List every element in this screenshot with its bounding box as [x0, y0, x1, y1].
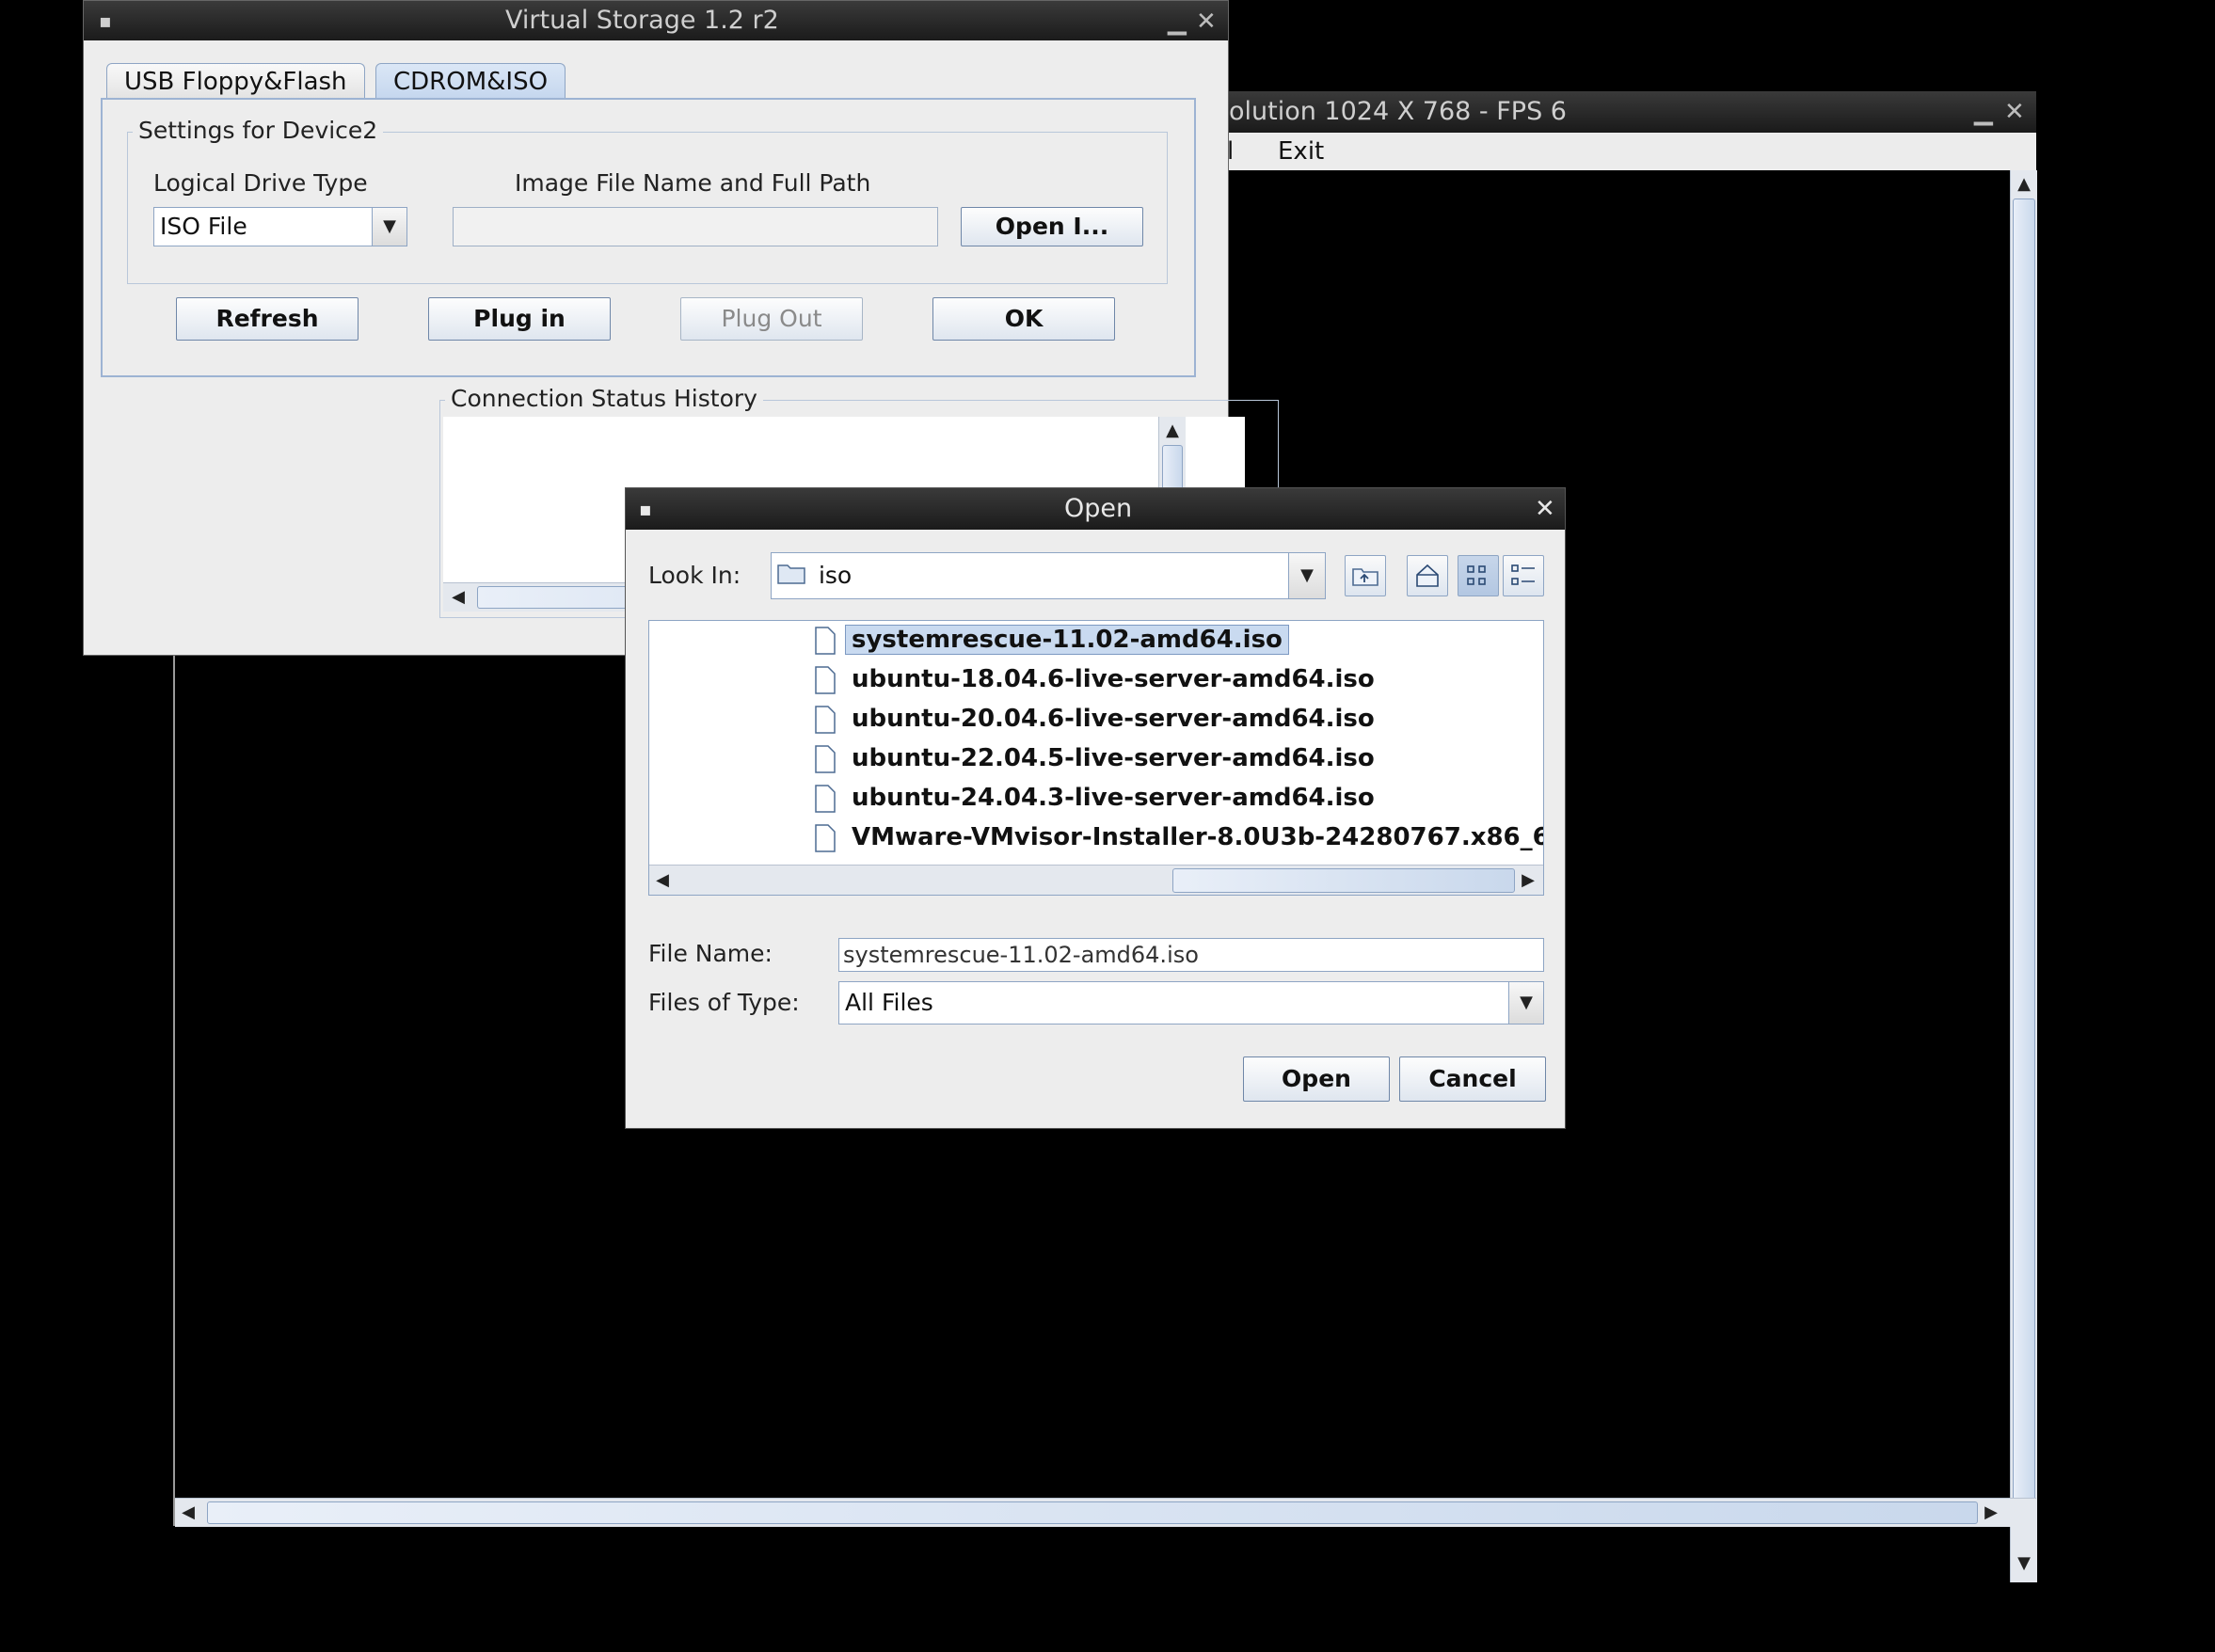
files-of-type-label: Files of Type:: [648, 989, 800, 1016]
close-icon[interactable]: ✕: [2004, 91, 2025, 133]
chevron-down-icon[interactable]: ▼: [372, 208, 406, 246]
minimize-icon[interactable]: ▁: [1168, 1, 1187, 42]
list-item[interactable]: ubuntu-20.04.6-live-server-amd64.iso: [815, 700, 1381, 738]
kvm-window-title: olution 1024 X 768 - FPS 6: [1229, 97, 1567, 126]
file-icon: [815, 744, 836, 773]
list-view-icon: [1467, 565, 1486, 585]
scroll-right-arrow-icon[interactable]: ▶: [1519, 870, 1538, 890]
plug-out-button[interactable]: Plug Out: [680, 297, 863, 341]
file-name-label: File Name:: [648, 940, 773, 967]
file-icon: [815, 705, 836, 734]
file-name-input[interactable]: systemrescue-11.02-amd64.iso: [838, 938, 1544, 972]
logical-drive-type-label: Logical Drive Type: [153, 169, 368, 197]
logical-drive-type-value: ISO File: [160, 213, 247, 240]
home-button[interactable]: [1407, 555, 1448, 596]
image-path-label: Image File Name and Full Path: [515, 169, 871, 197]
scroll-right-arrow-icon[interactable]: ▶: [1982, 1502, 2000, 1522]
file-list-scroll-thumb[interactable]: [1172, 868, 1515, 893]
file-name: ubuntu-24.04.3-live-server-amd64.iso: [852, 784, 1375, 812]
scroll-left-arrow-icon[interactable]: ◀: [449, 587, 468, 607]
menu-item-exit[interactable]: Exit: [1278, 133, 1324, 170]
file-name: ubuntu-18.04.6-live-server-amd64.iso: [852, 665, 1375, 693]
scroll-left-arrow-icon[interactable]: ◀: [653, 870, 672, 890]
files-of-type-select[interactable]: All Files ▼: [838, 981, 1544, 1025]
scroll-left-arrow-icon[interactable]: ◀: [179, 1502, 198, 1522]
open-dialog-titlebar[interactable]: ▪ Open ✕: [626, 488, 1565, 530]
chevron-down-icon[interactable]: ▼: [1508, 982, 1543, 1024]
refresh-button[interactable]: Refresh: [176, 297, 359, 341]
look-in-value: iso: [818, 562, 853, 589]
virtual-storage-titlebar[interactable]: ▪ Virtual Storage 1.2 r2 ▁ ✕: [84, 1, 1228, 40]
virtual-storage-title: Virtual Storage 1.2 r2: [505, 6, 779, 35]
cancel-button[interactable]: Cancel: [1399, 1056, 1546, 1102]
chevron-down-icon[interactable]: ▼: [1288, 553, 1325, 598]
look-in-select[interactable]: iso ▼: [771, 552, 1326, 599]
file-list[interactable]: systemrescue-11.02-amd64.iso ubuntu-18.0…: [648, 620, 1544, 896]
open-button[interactable]: Open: [1243, 1056, 1390, 1102]
list-item[interactable]: ubuntu-24.04.3-live-server-amd64.iso: [815, 779, 1381, 817]
file-name: ubuntu-20.04.6-live-server-amd64.iso: [852, 705, 1375, 733]
settings-group-label: Settings for Device2: [133, 117, 384, 144]
details-view-button[interactable]: [1503, 555, 1544, 596]
list-item[interactable]: systemrescue-11.02-amd64.iso: [815, 621, 1289, 659]
file-name: systemrescue-11.02-amd64.iso: [845, 625, 1289, 655]
file-icon: [815, 626, 836, 655]
close-icon[interactable]: ✕: [1196, 1, 1217, 42]
window-menu-icon[interactable]: ▪: [99, 1, 112, 40]
file-name: ubuntu-22.04.5-live-server-amd64.iso: [852, 744, 1375, 772]
ok-button[interactable]: OK: [932, 297, 1115, 341]
logical-drive-type-select[interactable]: ISO File ▼: [153, 207, 407, 246]
list-item[interactable]: ubuntu-22.04.5-live-server-amd64.iso: [815, 739, 1381, 777]
window-menu-icon[interactable]: ▪: [639, 488, 652, 530]
files-of-type-value: All Files: [845, 989, 933, 1016]
kvm-vertical-scroll-thumb[interactable]: [2013, 199, 2035, 1501]
file-icon: [815, 823, 836, 852]
list-item[interactable]: ubuntu-18.04.6-live-server-amd64.iso: [815, 660, 1381, 698]
kvm-horizontal-scrollbar[interactable]: ◀ ▶: [175, 1498, 2036, 1527]
tab-cdrom-iso[interactable]: CDROM&ISO: [375, 63, 566, 100]
file-name: VMware-VMvisor-Installer-8.0U3b-24280767…: [852, 823, 1544, 851]
up-one-level-button[interactable]: [1345, 555, 1386, 596]
kvm-vertical-scrollbar[interactable]: ▲ ▼: [2010, 170, 2037, 1582]
scroll-down-arrow-icon[interactable]: ▼: [2011, 1553, 2037, 1573]
list-view-button[interactable]: [1458, 555, 1499, 596]
tab-usb-floppy-flash[interactable]: USB Floppy&Flash: [106, 63, 365, 100]
file-list-horizontal-scrollbar[interactable]: ◀ ▶: [649, 865, 1543, 895]
image-path-field[interactable]: [453, 207, 938, 246]
close-icon[interactable]: ✕: [1535, 488, 1555, 530]
folder-icon: [777, 554, 805, 599]
open-file-dialog: ▪ Open ✕ Look In: iso ▼ systemrescue-11.…: [625, 487, 1566, 1129]
open-dialog-title: Open: [1064, 494, 1133, 523]
folder-up-icon: [1352, 568, 1378, 586]
file-icon: [815, 665, 836, 694]
plug-in-button[interactable]: Plug in: [428, 297, 611, 341]
home-icon: [1416, 564, 1439, 587]
kvm-horizontal-scroll-thumb[interactable]: [207, 1501, 1978, 1524]
open-image-button[interactable]: Open I...: [961, 207, 1143, 246]
scroll-up-arrow-icon[interactable]: ▲: [2011, 174, 2037, 194]
list-item[interactable]: VMware-VMvisor-Installer-8.0U3b-24280767…: [815, 818, 1544, 856]
details-view-icon: [1511, 564, 1535, 585]
minimize-icon[interactable]: ▁: [1974, 91, 1993, 133]
file-icon: [815, 784, 836, 813]
look-in-label: Look In:: [648, 562, 741, 589]
scroll-up-arrow-icon[interactable]: ▲: [1159, 421, 1186, 440]
connection-status-label: Connection Status History: [445, 385, 763, 412]
cdrom-iso-panel: Settings for Device2 Logical Drive Type …: [101, 98, 1196, 377]
